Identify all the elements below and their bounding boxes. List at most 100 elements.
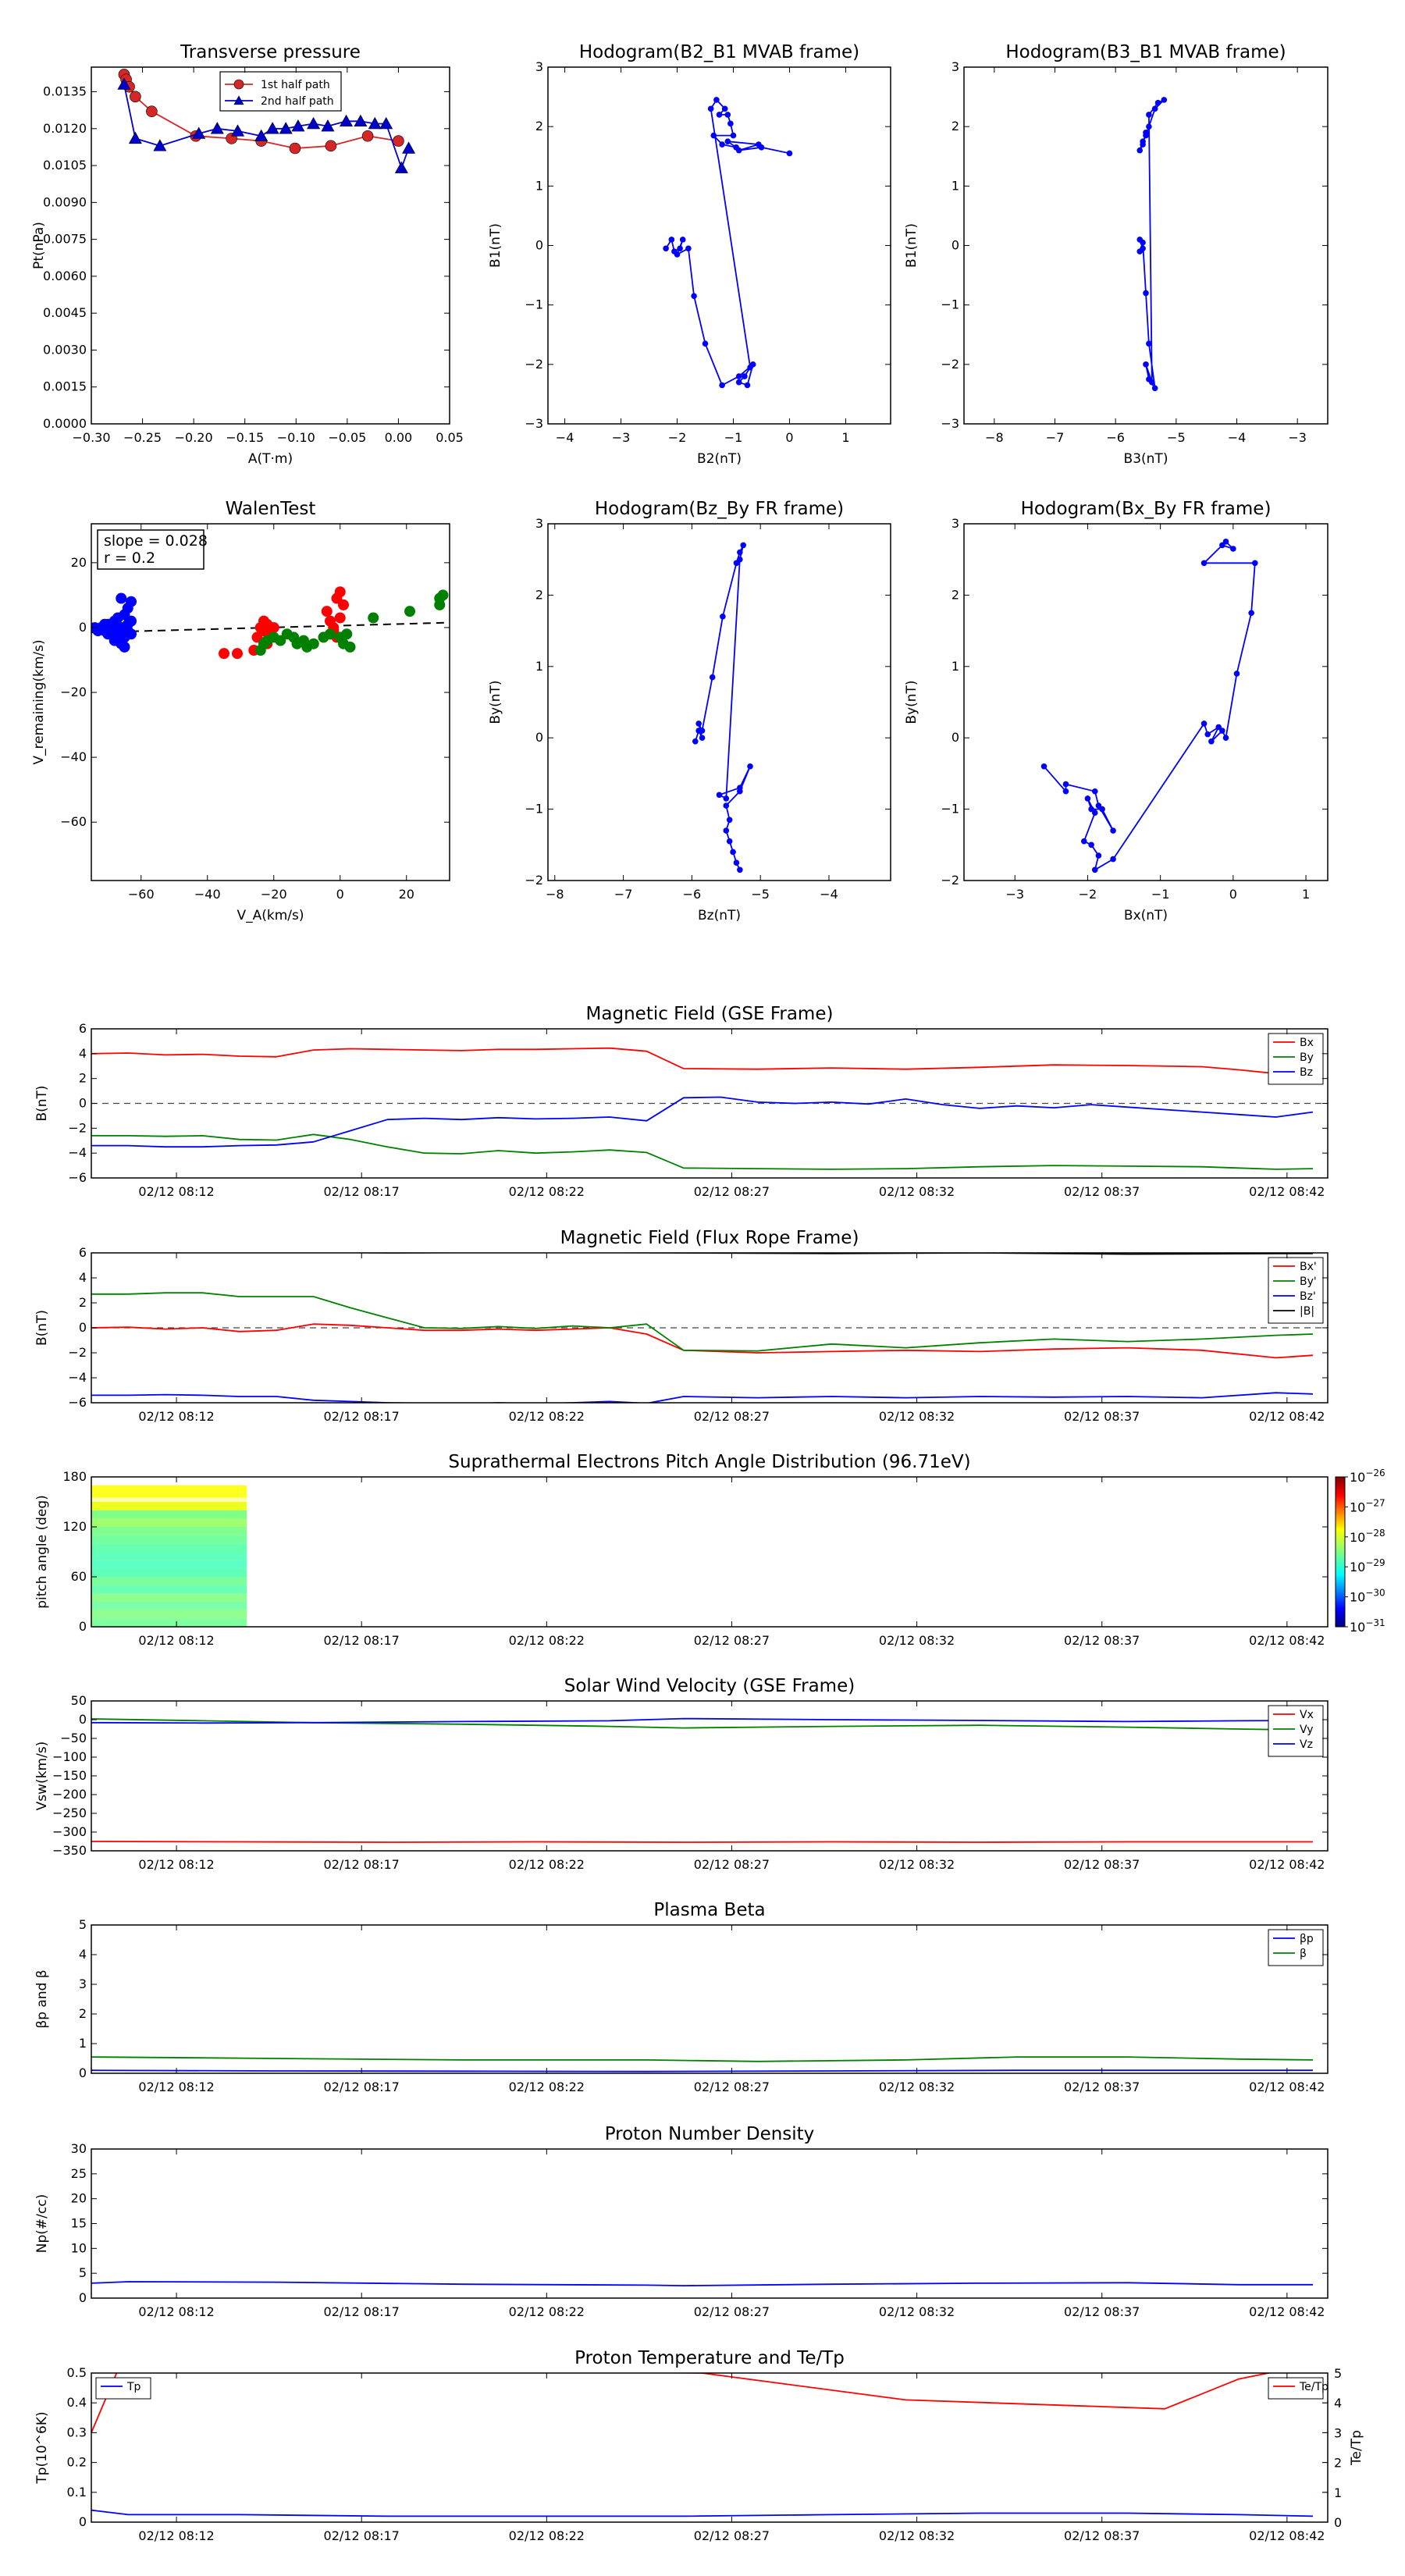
data-point [679,237,686,243]
x-tick-label: −6 [683,887,702,902]
data-point [1161,97,1168,103]
y-tick-label: 2 [951,587,959,602]
data-point [1140,239,1146,246]
plot-area [91,1253,1328,1403]
y-tick-label: 0 [79,2514,87,2529]
data-point [1146,112,1152,118]
data-point [1099,806,1105,813]
y-tick-label: 4 [79,1046,87,1061]
data-point [677,245,683,252]
y-tick-label: 6 [79,1245,87,1260]
y-tick-label: −60 [60,814,87,829]
y-tick-label: −1 [525,297,543,312]
colorbar-label: 10−28 [1350,1528,1385,1545]
data-point [341,628,353,640]
series-line [91,1047,1314,1077]
data-point [1088,841,1094,849]
y-axis-label: Np(#/cc) [34,2194,50,2253]
y-tick-label: 5 [79,1917,87,1932]
data-point [709,674,716,681]
y-tick-label: −150 [52,1768,87,1783]
y-tick-label: −1 [525,802,543,817]
y-tick-label: 3 [951,516,959,531]
heatmap-cell [91,1618,247,1627]
data-point [393,135,404,147]
x-tick-label: −1 [724,430,743,445]
legend: βp β [1268,1929,1324,1966]
colorbar-label: 10−30 [1350,1588,1385,1605]
data-point [1204,731,1211,738]
chart-title: Hodogram(Bx_By FR frame) [1021,499,1272,519]
x-axis-label: Bz(nT) [698,908,741,923]
chart-ts_bfr: Bx' By' Bz' |B| Magnetic Field (Flux Rope Fr… [34,1228,1329,1424]
x-tick-label: 02/12 08:12 [138,1184,214,1199]
data-point [720,614,726,620]
plot-frame [91,523,450,881]
plot-frame [91,66,450,425]
y-tick-label: 3 [535,516,543,531]
chart-title: Proton Number Density [605,2124,815,2144]
heatmap-cell [91,1552,247,1560]
y-tick-label: −2 [525,873,543,888]
chart-ts_np: Proton Number Density 0 5 10 15 20 25 30 02/12 0… [34,2124,1329,2319]
x-tick-label: 02/12 08:27 [694,2304,770,2319]
plot-area [1136,97,1168,392]
y-tick-label: −350 [52,1843,87,1858]
data-point [146,105,158,118]
data-point [742,373,748,379]
y-tick-label: 2 [79,1071,87,1086]
y-tick-label: 0 [79,2065,87,2080]
chart-title: Plasma Beta [653,1900,765,1920]
x-axis-label: B3(nT) [1124,451,1168,467]
y-tick-label: 0.4 [67,2395,87,2410]
data-point [1091,809,1098,816]
x-tick-label: −2 [1079,887,1097,902]
chart-title: Magnetic Field (GSE Frame) [586,1004,834,1024]
x-tick-label: −4 [556,430,574,445]
y-tick-label: 2 [951,119,959,133]
x-tick-label: 02/12 08:42 [1249,1857,1325,1872]
data-point [1095,852,1102,859]
data-point [691,293,697,300]
colorbar-label: 10−31 [1350,1617,1385,1635]
x-tick-label: 02/12 08:12 [138,1857,214,1872]
y-tick-label: 0.0135 [43,84,87,99]
chart-ts_beta: βp β Plasma Beta 0 1 2 3 4 5 02/12 08:12 02/12 08:… [34,1900,1329,2094]
data-point [702,340,709,347]
data-point [404,606,415,617]
plot-area [1040,539,1258,873]
y-tick-label: 0 [535,238,543,253]
data-point [338,638,349,649]
data-point [663,245,669,252]
y-axis-label: V_remaining(km/s) [31,639,47,764]
x-tick-label: −4 [820,887,838,902]
legend: Vx Vy Vz [1268,1705,1324,1757]
data-point [1143,290,1149,297]
legend-label: Vz [1300,1738,1313,1751]
data-point [1091,866,1098,873]
heatmap-cell [91,1477,247,1485]
plot-frame [547,66,891,425]
x-tick-label: −0.10 [277,430,315,445]
x-tick-label: 1 [841,430,849,445]
x-tick-label: 02/12 08:32 [879,1633,955,1648]
data-point [368,612,379,624]
x-tick-label: 0 [336,887,344,902]
chart-title: Suprathermal Electrons Pitch Angle Distr… [448,1452,970,1472]
y-tick-label: −40 [60,749,87,764]
x-tick-label: −5 [1167,430,1186,445]
x-tick-label: 02/12 08:22 [509,1857,585,1872]
x-axis-label: A(T·m) [248,451,293,467]
legend-label: β [1300,1948,1307,1960]
heatmap-cell [91,1543,247,1552]
x-tick-label: −5 [751,887,770,902]
legend-label: |B| [1300,1305,1314,1318]
data-point [737,788,743,795]
y-tick-label: −3 [525,416,543,431]
data-point [126,596,137,607]
x-tick-label: 0 [785,430,793,445]
data-point [758,144,765,151]
x-tick-label: 02/12 08:12 [138,2304,214,2319]
legend: Te/Tp [1268,2377,1329,2400]
data-point [308,638,319,649]
